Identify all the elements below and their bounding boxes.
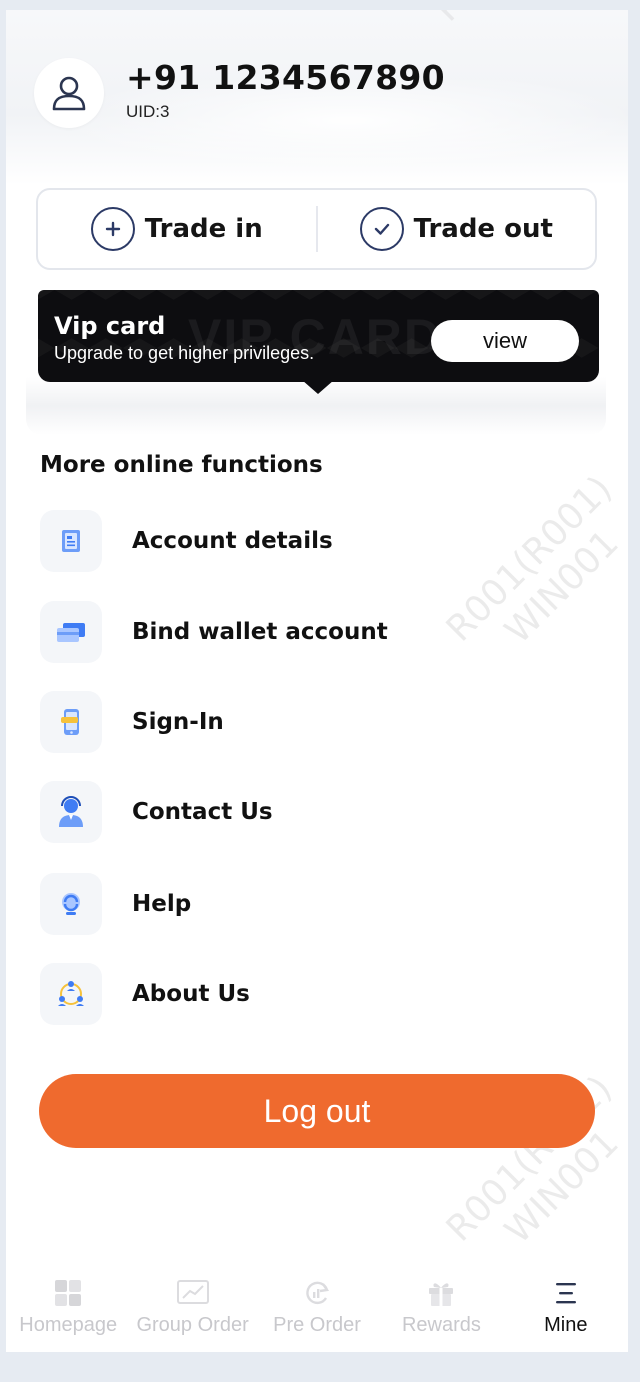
check-circle-icon bbox=[359, 207, 404, 251]
trade-in-label: Trade in bbox=[144, 214, 263, 244]
vip-card[interactable]: VIP CARD Vip card Upgrade to get higher … bbox=[38, 290, 599, 382]
chart-icon bbox=[176, 1280, 209, 1304]
menu-item-account-details[interactable]: Account details bbox=[40, 509, 600, 573]
people-network-icon bbox=[40, 963, 102, 1025]
tab-group-order[interactable]: Group Order bbox=[130, 1270, 254, 1352]
user-id: UID:3 bbox=[126, 102, 170, 121]
vip-card-notch bbox=[302, 380, 334, 394]
document-icon bbox=[40, 510, 102, 572]
menu-item-label: Contact Us bbox=[132, 799, 273, 825]
trade-in-button[interactable]: Trade in bbox=[38, 190, 316, 268]
tab-label: Pre Order bbox=[273, 1314, 361, 1336]
logout-button[interactable]: Log out bbox=[39, 1074, 595, 1148]
mine-page: R001(R001) R001(R001) WIN001 R001(R001) … bbox=[6, 10, 628, 1352]
card-icon bbox=[40, 601, 102, 663]
menu-item-sign-in[interactable]: Sign-In bbox=[40, 690, 600, 754]
menu-item-label: Sign-In bbox=[132, 709, 224, 735]
phone-number: +91 1234567890 bbox=[126, 58, 445, 97]
tab-label: Mine bbox=[544, 1314, 588, 1336]
trade-panel: Trade in Trade out bbox=[36, 188, 597, 270]
refresh-icon bbox=[306, 1281, 330, 1305]
menu-item-label: About Us bbox=[132, 981, 250, 1007]
tab-mine[interactable]: Mine bbox=[504, 1270, 628, 1352]
menu-item-label: Help bbox=[132, 891, 192, 917]
menu-item-help[interactable]: Help bbox=[40, 872, 600, 936]
trade-out-label: Trade out bbox=[413, 214, 553, 244]
tab-homepage[interactable]: Homepage bbox=[6, 1270, 130, 1352]
trade-out-button[interactable]: Trade out bbox=[318, 190, 596, 268]
menu-item-about-us[interactable]: About Us bbox=[40, 962, 600, 1026]
plus-circle-icon bbox=[90, 207, 135, 251]
help-icon bbox=[40, 873, 102, 935]
menu-icon bbox=[555, 1283, 576, 1304]
tab-label: Rewards bbox=[401, 1314, 481, 1336]
gift-icon bbox=[429, 1283, 454, 1306]
user-icon bbox=[52, 76, 86, 111]
menu-item-contact-us[interactable]: Contact Us bbox=[40, 780, 600, 844]
menu-item-label: Account details bbox=[132, 528, 333, 554]
tab-rewards[interactable]: Rewards bbox=[379, 1270, 503, 1352]
menu-item-bind-wallet[interactable]: Bind wallet account bbox=[40, 600, 600, 664]
vip-view-button[interactable]: view bbox=[431, 320, 579, 362]
menu-item-label: Bind wallet account bbox=[132, 619, 388, 645]
home-grid-icon bbox=[55, 1280, 82, 1306]
vip-card-subtitle: Upgrade to get higher privileges. bbox=[54, 343, 315, 363]
tab-pre-order[interactable]: Pre Order bbox=[255, 1270, 379, 1352]
support-agent-icon bbox=[40, 781, 102, 843]
tab-label: Group Order bbox=[136, 1314, 249, 1336]
tab-label: Homepage bbox=[19, 1314, 118, 1336]
bottom-tab-bar: Homepage Group Order Pre Order Rewards M… bbox=[6, 1270, 628, 1352]
avatar[interactable] bbox=[34, 58, 104, 128]
section-title: More online functions bbox=[40, 452, 323, 478]
vip-card-title: Vip card bbox=[54, 312, 166, 340]
phone-icon bbox=[40, 691, 102, 753]
